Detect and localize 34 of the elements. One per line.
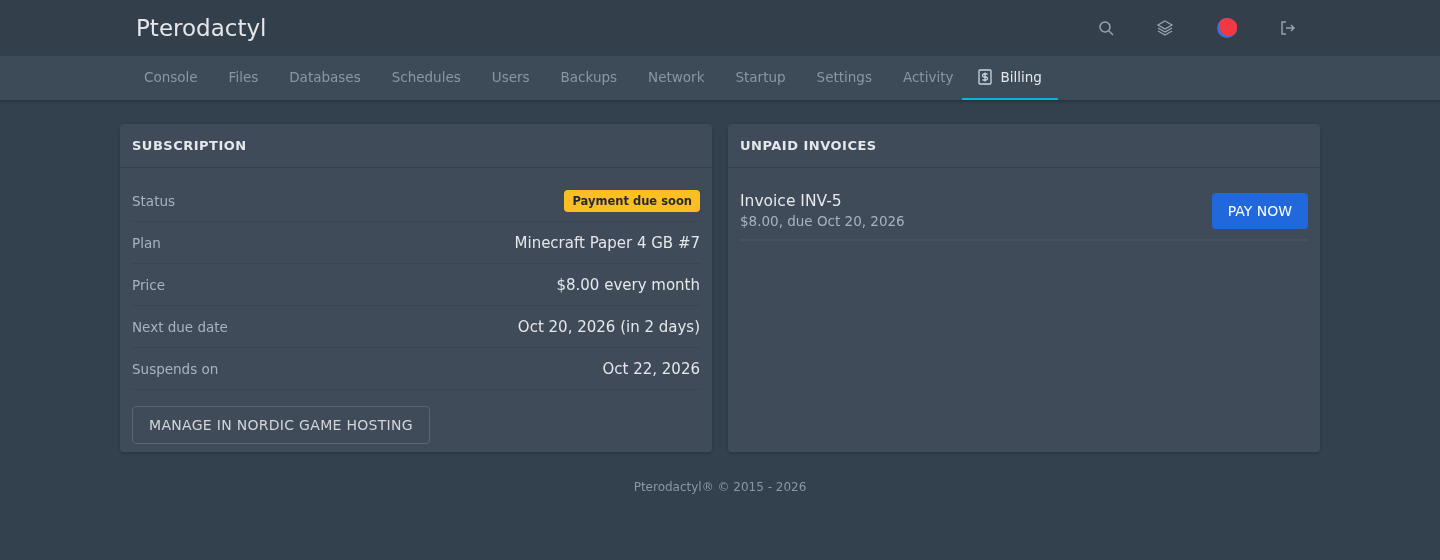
- pay-button[interactable]: PAY NOW: [1211, 192, 1308, 229]
- footer-text: Pterodactyl® © 2015 - 2026: [633, 480, 807, 494]
- field-label: Plan: [132, 234, 161, 251]
- nav-tab[interactable]: Schedules: [369, 56, 470, 100]
- field-label: Suspends on: [132, 360, 219, 377]
- card-title: SUBSCRIPTION: [120, 124, 712, 168]
- logout-icon[interactable]: [1280, 20, 1296, 36]
- dollar-icon: [978, 69, 993, 85]
- status-badge: Payment due soon: [564, 189, 700, 212]
- nav-tab[interactable]: Users: [469, 56, 539, 100]
- nav-tab[interactable]: Files: [206, 56, 268, 100]
- nav-tab[interactable]: Backups: [538, 56, 627, 100]
- avatar-icon[interactable]: [1216, 17, 1238, 39]
- nav-tab[interactable]: Activity: [880, 56, 963, 100]
- nav-tab[interactable]: Network: [626, 56, 714, 100]
- nav-tab[interactable]: Billing: [962, 56, 1058, 100]
- field-label: Status: [132, 192, 176, 209]
- nav-tab[interactable]: Startup: [713, 56, 795, 100]
- app-logo[interactable]: Pterodactyl: [120, 15, 1098, 41]
- card-title: UNPAID INVOICES: [728, 124, 1320, 168]
- invoice-detail: $8.00, due Oct 20, 2026: [740, 213, 905, 229]
- nav-tab[interactable]: Settings: [794, 56, 881, 100]
- field-value: Oct 22, 2026: [602, 359, 700, 378]
- field-label: Next due date: [132, 318, 228, 335]
- manage-button[interactable]: MANAGE IN NORDIC GAME HOSTING: [132, 406, 430, 444]
- field-value: Oct 20, 2026 (in 2 days): [517, 317, 700, 336]
- field-value: $8.00 every month: [556, 275, 700, 294]
- nav-tab[interactable]: Console: [120, 56, 207, 100]
- invoice-name: Invoice INV-5: [740, 192, 843, 210]
- field-value: Minecraft Paper 4 GB #7: [514, 233, 700, 252]
- field-label: Price: [132, 276, 165, 293]
- search-icon[interactable]: [1098, 20, 1114, 36]
- layers-icon[interactable]: [1156, 19, 1174, 37]
- nav-tab[interactable]: Databases: [267, 56, 370, 100]
